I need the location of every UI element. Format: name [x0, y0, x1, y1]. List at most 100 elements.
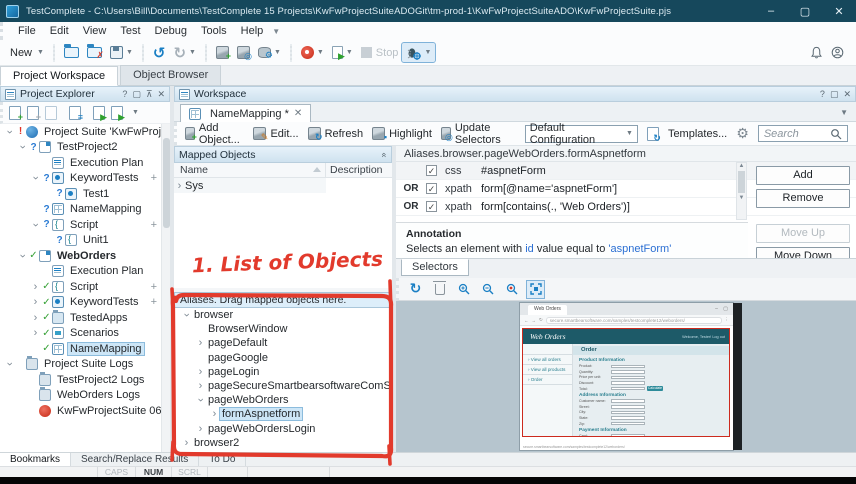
close-button[interactable]: ✕ [822, 0, 856, 22]
tree-item[interactable]: WebOrders Logs [0, 387, 161, 404]
expand-icon[interactable]: › [195, 338, 206, 349]
account-button[interactable] [827, 44, 848, 61]
stop-button[interactable]: Stop [357, 45, 403, 61]
tree-item[interactable]: TestProject2 Logs [0, 371, 161, 388]
selector-checkbox[interactable]: ✓ [426, 201, 437, 212]
run-button[interactable]: ▶ ▼ [328, 44, 357, 61]
settings-button[interactable]: ⚙ [736, 126, 749, 142]
tree-item[interactable]: ›? Script + [0, 217, 161, 233]
alias-item[interactable]: › pageWebOrdersLogin [175, 422, 392, 436]
tab-list-icon[interactable]: ▼ [840, 108, 848, 117]
edit-toolbar-button[interactable]: ✎ Edit... [253, 127, 299, 142]
menu-edit[interactable]: Edit [43, 24, 76, 38]
organize-tests-icon[interactable]: ≡ [69, 105, 83, 121]
tree-item[interactable]: ›! Project Suite 'KwFwProjectSuite' (2 pr… [0, 124, 161, 140]
add-selector-button[interactable]: Add [756, 166, 850, 185]
tree-item[interactable]: › ✓ KeywordTests + [0, 295, 161, 311]
alias-item[interactable]: BrowserWindow [175, 322, 392, 336]
compare-configurations-button[interactable]: ↻ [646, 126, 661, 142]
tree-item[interactable]: › Project Suite Logs [0, 356, 161, 373]
collapse-icon[interactable]: « [379, 152, 389, 157]
tree-item[interactable]: Execution Plan [0, 264, 161, 280]
tree-item[interactable]: ? Unit1 [0, 233, 161, 249]
expand-icon[interactable]: › [30, 312, 41, 323]
minimize-button[interactable]: – [754, 0, 788, 22]
ws-float-icon[interactable]: ▢ [830, 89, 839, 100]
bottom-tab-to-do[interactable]: To Do [199, 453, 247, 466]
expand-icon[interactable]: › [4, 126, 16, 137]
menu-view[interactable]: View [76, 24, 114, 38]
selector-checkbox[interactable]: ✓ [426, 165, 437, 176]
expand-icon[interactable]: › [174, 180, 185, 191]
tree-item[interactable]: ? Test1 [0, 186, 161, 202]
expand-icon[interactable]: › [30, 281, 41, 292]
menu-help[interactable]: Help [234, 24, 271, 38]
expand-icon[interactable]: › [4, 359, 16, 370]
alias-item[interactable]: › pageWebOrders [175, 393, 392, 407]
tree-item[interactable]: › ✓ WebOrders [0, 248, 161, 264]
tree-item[interactable]: › ✓ Scenarios [0, 326, 161, 342]
record-button[interactable]: ▼ [297, 44, 328, 61]
tree-item[interactable]: ✓ NameMapping [0, 341, 161, 357]
notifications-button[interactable] [806, 44, 827, 61]
alias-item[interactable]: › pageLogin [175, 365, 392, 379]
column-name[interactable]: Name [174, 163, 326, 177]
save-button[interactable]: ▼ [106, 44, 137, 61]
selector-checkbox[interactable]: ✓ [426, 183, 437, 194]
expand-icon[interactable]: › [30, 328, 41, 339]
tree-item[interactable]: Execution Plan [0, 155, 161, 171]
alias-item[interactable]: › browser2 [175, 436, 392, 450]
menu-file[interactable]: File [11, 24, 43, 38]
tree-item[interactable]: ›✓ Script + [0, 279, 161, 295]
expand-icon[interactable]: › [30, 297, 41, 308]
float-icon[interactable]: ▢ [132, 89, 141, 100]
expand-icon[interactable]: › [30, 219, 42, 230]
help-icon[interactable]: ? [122, 89, 127, 99]
add-object-button[interactable]: + [212, 44, 233, 61]
tab-project-workspace[interactable]: Project Workspace [0, 66, 119, 86]
menu-test[interactable]: Test [113, 24, 147, 38]
refresh-preview-button[interactable]: ↻ [407, 281, 424, 298]
zoom-in-button[interactable] [455, 281, 472, 298]
alias-item[interactable]: › browser [175, 308, 392, 322]
alias-item[interactable]: pageGoogle [175, 351, 392, 365]
add-object-toolbar-button[interactable]: + Add Object... [185, 122, 244, 146]
remove-selector-button[interactable]: Remove [756, 189, 850, 208]
expand-icon[interactable]: › [195, 366, 206, 377]
zoom-reset-button[interactable] [503, 281, 520, 298]
column-description[interactable]: Description [326, 163, 387, 177]
extend-plus-icon[interactable]: + [151, 172, 157, 184]
mapped-object-row[interactable]: › Sys [174, 178, 326, 193]
tree-item[interactable]: ? NameMapping [0, 202, 161, 218]
run-project-icon[interactable]: ▶ [93, 105, 107, 121]
run-suite-icon[interactable]: ▶ [111, 105, 125, 121]
alias-item[interactable]: › formAspnetform [175, 407, 392, 422]
alias-item[interactable]: › pageDefault [175, 336, 392, 350]
close-file-button[interactable]: ✗ [83, 44, 106, 60]
tree-item[interactable]: ›? TestProject2 [0, 140, 161, 156]
expand-icon[interactable]: › [195, 395, 207, 406]
menu-overflow-icon[interactable]: ▼ [272, 27, 280, 36]
expand-icon[interactable]: › [17, 250, 29, 261]
maximize-button[interactable]: ▢ [788, 0, 822, 22]
extend-plus-icon[interactable]: + [151, 281, 157, 293]
undo-button[interactable]: ↺ [149, 44, 170, 62]
tree-item[interactable]: › ✓ TestedApps [0, 309, 161, 326]
refresh-toolbar-button[interactable]: ↻ Refresh [307, 127, 363, 142]
highlight-toolbar-button[interactable]: ▪ Highlight [372, 127, 432, 142]
pin-icon[interactable]: ⊼ [146, 89, 153, 100]
configuration-dropdown[interactable]: Default Configuration ▼ [524, 122, 638, 146]
close-tab-icon[interactable]: ✕ [294, 108, 302, 119]
object-settings-button[interactable]: ⚙ ▼ [254, 45, 285, 60]
search-input[interactable]: Search [757, 125, 848, 142]
redo-button[interactable]: ↻ ▼ [169, 44, 200, 62]
extend-plus-icon[interactable]: + [151, 219, 157, 231]
bottom-tab-search-replace-results[interactable]: Search/Replace Results [71, 453, 200, 466]
bottom-tab-bookmarks[interactable]: Bookmarks [0, 453, 72, 466]
add-existing-project-icon[interactable]: + [27, 105, 41, 121]
expand-icon[interactable]: › [30, 173, 42, 184]
extend-plus-icon[interactable]: + [151, 296, 157, 308]
expand-icon[interactable]: › [195, 381, 206, 392]
fit-to-window-button[interactable] [526, 279, 545, 299]
update-selectors-button[interactable]: ◎ Update Selectors [440, 122, 516, 146]
